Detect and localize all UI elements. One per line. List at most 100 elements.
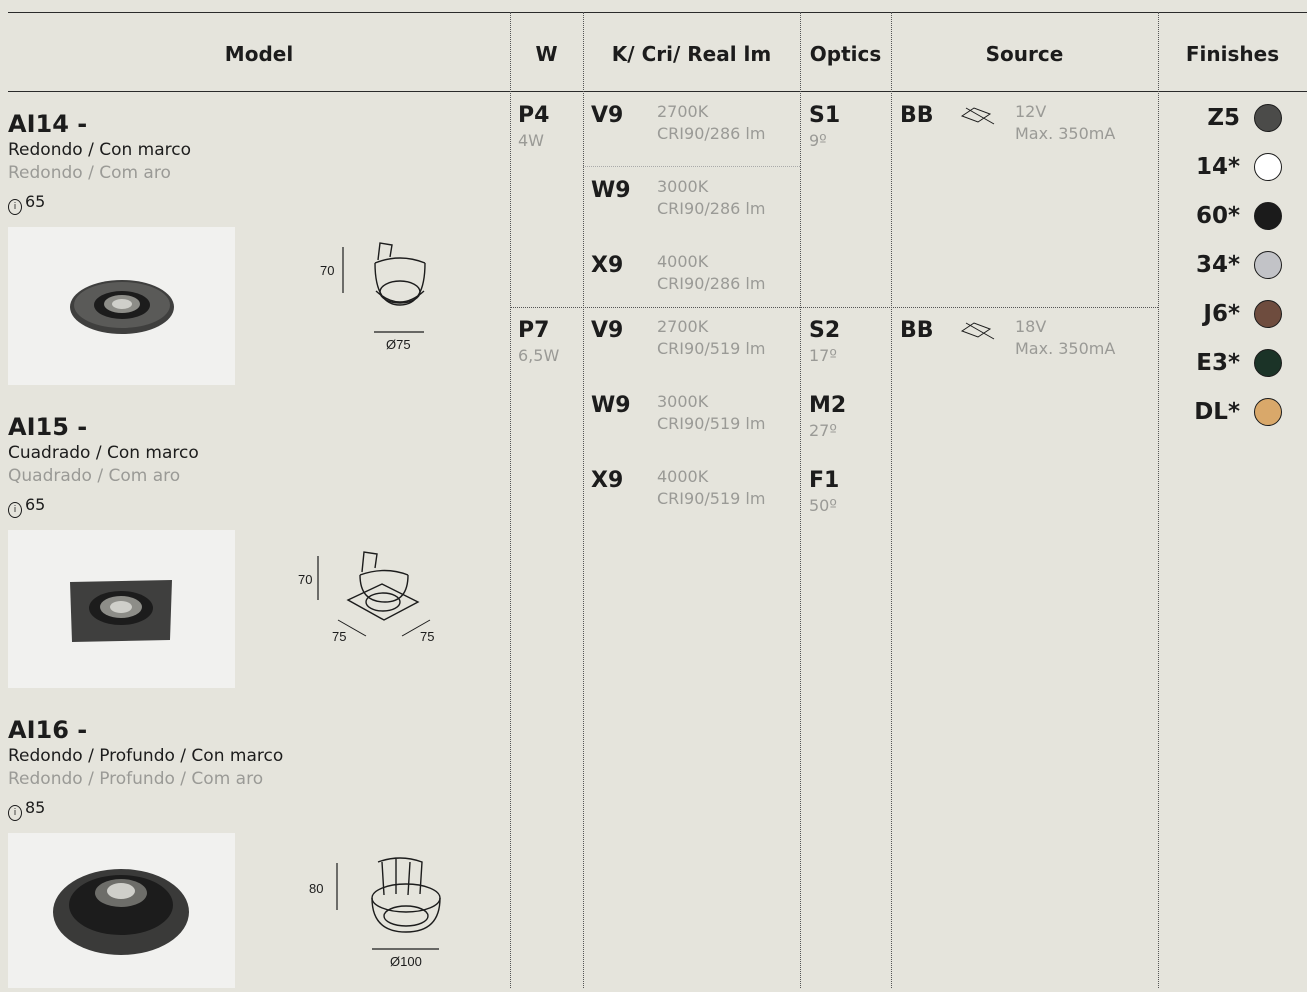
finish-swatch (1254, 300, 1282, 328)
temp-kelvin: 4000K (657, 252, 709, 271)
finish-code: 34* (1195, 252, 1240, 278)
model-name: AI16 - (8, 716, 88, 744)
finish-code: E3* (1196, 350, 1240, 376)
ip-rating: i 85 (8, 798, 45, 821)
temp-kelvin: 4000K (657, 467, 709, 486)
temp-code: W9 (591, 178, 631, 203)
temp-code: X9 (591, 468, 624, 493)
dim-height: 70 (298, 572, 313, 587)
finish-swatch (1254, 349, 1282, 377)
source-voltage: 12V (1015, 102, 1047, 121)
model-desc-es: Redondo / Con marco (8, 140, 191, 160)
temp-kelvin: 3000K (657, 392, 709, 411)
temp-kelvin: 2700K (657, 317, 709, 336)
finish-swatch (1254, 104, 1282, 132)
ip-rating: i 65 (8, 192, 45, 215)
square-downlight-image (70, 580, 172, 642)
wattage-value: 6,5W (518, 346, 560, 365)
optic-angle: 9º (809, 131, 827, 150)
dim-width-1: 75 (332, 629, 347, 644)
wattage-code: P4 (518, 103, 550, 128)
ip-value: 65 (25, 192, 46, 211)
dim-height: 70 (320, 263, 335, 278)
temp-kelvin: 3000K (657, 177, 709, 196)
source-current: Max. 350mA (1015, 124, 1116, 143)
temp-cri: CRI90/519 lm (657, 339, 766, 358)
temp-code: V9 (591, 318, 624, 343)
source-code: BB (900, 103, 934, 128)
col-divider (510, 12, 511, 988)
finish-swatch (1254, 202, 1282, 230)
driver-icon (960, 322, 995, 340)
finish-code: Z5 (1207, 105, 1240, 131)
temp-code: X9 (591, 253, 624, 278)
temp-cri: CRI90/519 lm (657, 489, 766, 508)
model-desc-es: Cuadrado / Con marco (8, 443, 199, 463)
dim-diameter: Ø75 (386, 337, 411, 352)
ip-icon: i (8, 199, 22, 215)
ip-icon: i (8, 805, 22, 821)
finish-swatch (1254, 251, 1282, 279)
header-finishes: Finishes (1185, 42, 1280, 66)
col-divider (891, 12, 892, 988)
finish-code: J6* (1203, 301, 1240, 327)
temp-code: V9 (591, 103, 624, 128)
header-source: Source (985, 42, 1064, 66)
dim-height: 80 (309, 881, 324, 896)
deep-downlight-image (53, 869, 189, 955)
row-divider (583, 166, 800, 167)
technical-drawing (290, 540, 470, 650)
product-photo (8, 530, 235, 688)
header-model: Model (224, 42, 294, 66)
col-divider (1158, 12, 1159, 988)
group-divider (510, 307, 1158, 308)
model-desc-pt: Quadrado / Com aro (8, 466, 181, 486)
finish-code: 60* (1195, 203, 1240, 229)
top-rule (8, 12, 1307, 13)
dim-diameter: Ø100 (390, 954, 422, 969)
optic-code: S1 (809, 103, 841, 128)
header-rule (8, 91, 1307, 92)
finish-swatch (1254, 398, 1282, 426)
temp-cri: CRI90/519 lm (657, 414, 766, 433)
model-desc-pt: Redondo / Com aro (8, 163, 171, 183)
header-w: W (535, 42, 558, 66)
header-k-cri: K/ Cri/ Real lm (611, 42, 772, 66)
finish-swatch (1254, 153, 1282, 181)
header-optics: Optics (809, 42, 882, 66)
driver-icon (960, 107, 995, 125)
ip-value: 65 (25, 495, 46, 514)
ip-rating: i 65 (8, 495, 45, 518)
temp-kelvin: 2700K (657, 102, 709, 121)
model-desc-es: Redondo / Profundo / Con marco (8, 746, 284, 766)
optic-angle: 17º (809, 346, 837, 365)
temp-cri: CRI90/286 lm (657, 124, 766, 143)
wattage-code: P7 (518, 318, 550, 343)
model-name: AI14 - (8, 110, 88, 138)
col-divider (583, 12, 584, 988)
optic-angle: 50º (809, 496, 837, 515)
product-photo (8, 833, 235, 988)
round-downlight-image (70, 280, 174, 334)
finish-code: 14* (1195, 154, 1240, 180)
model-desc-pt: Redondo / Profundo / Com aro (8, 769, 264, 789)
wattage-value: 4W (518, 131, 544, 150)
col-divider (800, 12, 801, 988)
ip-value: 85 (25, 798, 46, 817)
temp-cri: CRI90/286 lm (657, 199, 766, 218)
optic-code: M2 (809, 393, 847, 418)
optic-angle: 27º (809, 421, 837, 440)
technical-drawing (300, 235, 460, 365)
source-current: Max. 350mA (1015, 339, 1116, 358)
temp-cri: CRI90/286 lm (657, 274, 766, 293)
model-name: AI15 - (8, 413, 88, 441)
source-voltage: 18V (1015, 317, 1047, 336)
source-code: BB (900, 318, 934, 343)
optic-code: S2 (809, 318, 841, 343)
temp-code: W9 (591, 393, 631, 418)
dim-width-2: 75 (420, 629, 435, 644)
product-photo (8, 227, 235, 385)
technical-drawing (300, 850, 460, 975)
optic-code: F1 (809, 468, 840, 493)
finish-code: DL* (1194, 399, 1240, 425)
